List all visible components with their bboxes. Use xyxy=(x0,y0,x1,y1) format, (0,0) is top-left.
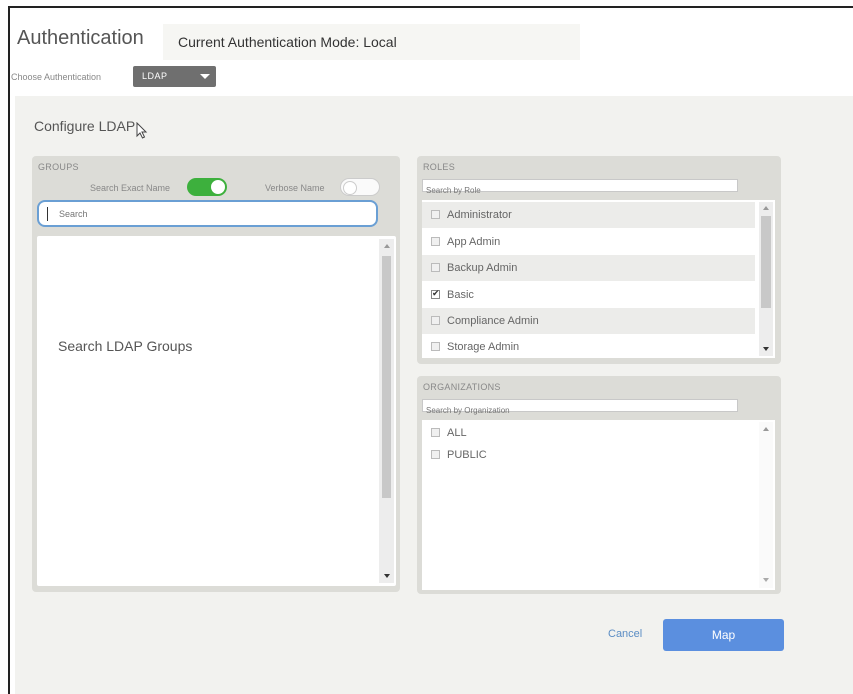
mouse-pointer-icon xyxy=(136,122,148,139)
groups-empty-message: Search LDAP Groups xyxy=(58,338,193,354)
role-item-basic[interactable]: Basic xyxy=(422,282,755,308)
search-exact-name-label: Search Exact Name xyxy=(90,183,171,193)
group-search-input[interactable] xyxy=(59,205,369,223)
window-frame-top xyxy=(8,6,853,8)
roles-panel: ROLES Administrator App Admin Backup Adm… xyxy=(417,156,781,364)
role-checkbox-checked[interactable] xyxy=(431,288,440,299)
role-item-app-admin[interactable]: App Admin xyxy=(422,229,755,255)
scroll-up-icon[interactable] xyxy=(763,427,769,431)
role-label: Storage Admin xyxy=(447,341,520,353)
role-item-backup-admin[interactable]: Backup Admin xyxy=(422,255,755,281)
configure-title: Configure LDAP xyxy=(34,118,136,134)
current-mode-banner: Current Authentication Mode: Local xyxy=(163,24,580,60)
configure-panel: Configure LDAP GROUPS Search Exact Name … xyxy=(15,96,853,694)
map-button[interactable]: Map xyxy=(663,619,784,651)
groups-panel: GROUPS Search Exact Name Verbose Name Se… xyxy=(32,156,400,592)
groups-scrollbar-thumb[interactable] xyxy=(382,256,391,498)
role-checkbox[interactable] xyxy=(431,342,440,351)
scroll-down-icon[interactable] xyxy=(384,574,390,578)
organization-checkbox[interactable] xyxy=(431,450,440,459)
organization-label: PUBLIC xyxy=(447,449,487,461)
role-item-storage-admin[interactable]: Storage Admin xyxy=(422,334,755,360)
role-checkbox[interactable] xyxy=(431,316,440,325)
roles-search-input[interactable] xyxy=(423,185,737,196)
toggle-knob xyxy=(211,180,225,194)
chevron-down-icon xyxy=(200,74,210,79)
role-label: Compliance Admin xyxy=(447,315,539,327)
verbose-name-toggle[interactable] xyxy=(340,178,380,196)
scroll-up-icon[interactable] xyxy=(384,244,390,248)
verbose-name-label: Verbose Name xyxy=(265,183,325,193)
current-mode-text: Current Authentication Mode: Local xyxy=(178,34,397,50)
organization-label: ALL xyxy=(447,427,467,439)
groups-label: GROUPS xyxy=(38,162,79,172)
organizations-scrollbar[interactable] xyxy=(759,422,773,588)
roles-scrollbar-thumb[interactable] xyxy=(761,216,771,308)
role-checkbox[interactable] xyxy=(431,210,440,219)
text-cursor-icon xyxy=(47,207,48,221)
authentication-select[interactable]: LDAP xyxy=(133,66,216,87)
role-label: Administrator xyxy=(447,209,512,221)
search-exact-name-toggle[interactable] xyxy=(187,178,227,196)
choose-authentication-label: Choose Authentication xyxy=(11,72,102,82)
role-label: App Admin xyxy=(447,236,501,248)
organization-checkbox[interactable] xyxy=(431,428,440,437)
scroll-up-icon[interactable] xyxy=(763,206,769,210)
roles-label: ROLES xyxy=(423,162,456,172)
organizations-panel: ORGANIZATIONS ALL PUBLIC xyxy=(417,376,781,594)
role-label: Basic xyxy=(447,289,474,301)
scroll-down-icon[interactable] xyxy=(763,578,769,582)
role-label: Backup Admin xyxy=(447,262,518,274)
window-frame-left xyxy=(8,6,10,694)
page-title: Authentication xyxy=(17,27,144,49)
organizations-search-field[interactable] xyxy=(422,399,738,416)
organization-item-public[interactable]: PUBLIC xyxy=(422,442,755,468)
organizations-label: ORGANIZATIONS xyxy=(423,382,501,392)
groups-results-list: Search LDAP Groups xyxy=(37,236,396,586)
roles-scrollbar[interactable] xyxy=(759,202,773,356)
role-item-compliance-admin[interactable]: Compliance Admin xyxy=(422,308,755,334)
role-item-administrator[interactable]: Administrator xyxy=(422,202,755,228)
roles-list: Administrator App Admin Backup Admin Bas… xyxy=(422,200,775,358)
toggle-knob xyxy=(343,181,357,195)
authentication-select-value: LDAP xyxy=(142,71,168,81)
groups-scrollbar[interactable] xyxy=(379,239,394,583)
roles-search-field[interactable] xyxy=(422,179,738,196)
role-checkbox[interactable] xyxy=(431,237,440,246)
group-search-field[interactable] xyxy=(37,200,378,227)
organizations-search-input[interactable] xyxy=(423,405,737,416)
organizations-list: ALL PUBLIC xyxy=(422,420,775,590)
cancel-button[interactable]: Cancel xyxy=(608,628,642,640)
scroll-down-icon[interactable] xyxy=(763,347,769,351)
role-checkbox[interactable] xyxy=(431,263,440,272)
